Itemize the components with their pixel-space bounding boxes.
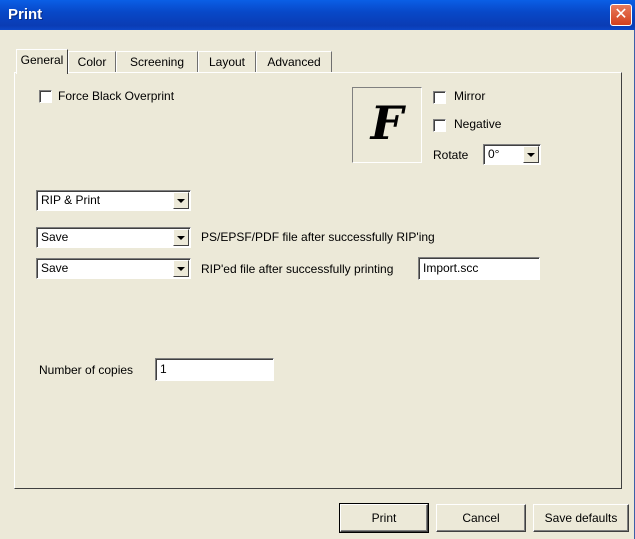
rotate-select[interactable]: 0° <box>483 144 541 165</box>
riped-filename-value: Import.scc <box>423 261 479 275</box>
force-black-overprint-checkbox[interactable] <box>39 90 52 103</box>
tab-color[interactable]: Color <box>68 51 116 73</box>
rotate-label: Rotate <box>433 148 469 162</box>
rip-mode-select[interactable]: RIP & Print <box>36 190 191 211</box>
orientation-preview: F <box>352 87 422 163</box>
close-button[interactable]: ✕ <box>610 4 632 26</box>
tab-layout[interactable]: Layout <box>198 51 256 73</box>
ps-file-action-value: Save <box>41 230 69 244</box>
chevron-down-icon[interactable] <box>173 260 189 277</box>
negative-label: Negative <box>454 117 502 131</box>
mirror-checkbox[interactable] <box>433 91 446 104</box>
cancel-button[interactable]: Cancel <box>436 504 526 532</box>
print-button[interactable]: Print <box>339 503 429 533</box>
copies-input[interactable]: 1 <box>155 358 274 381</box>
copies-value: 1 <box>160 362 167 376</box>
rotate-value: 0° <box>488 147 500 161</box>
riped-filename-input[interactable]: Import.scc <box>418 257 540 280</box>
window-title: Print <box>8 6 43 23</box>
tab-screening[interactable]: Screening <box>116 51 198 73</box>
general-panel <box>14 72 622 489</box>
riped-file-action-select[interactable]: Save <box>36 258 191 279</box>
rip-mode-value: RIP & Print <box>41 193 101 207</box>
ps-file-action-select[interactable]: Save <box>36 227 191 248</box>
preview-glyph: F <box>370 96 404 150</box>
ps-file-action-label: PS/EPSF/PDF file after successfully RIP'… <box>201 230 435 244</box>
chevron-down-icon[interactable] <box>173 192 189 209</box>
tab-general[interactable]: General <box>16 49 68 74</box>
tab-advanced[interactable]: Advanced <box>256 51 332 73</box>
negative-checkbox[interactable] <box>433 119 446 132</box>
chevron-down-icon[interactable] <box>523 146 539 163</box>
riped-file-action-value: Save <box>41 261 69 275</box>
print-dialog: Print ✕ General Color Screening Layout A… <box>0 0 635 539</box>
mirror-label: Mirror <box>454 89 486 103</box>
title-bar[interactable]: Print ✕ <box>0 0 635 30</box>
riped-file-action-label: RIP'ed file after successfully printing <box>201 262 394 276</box>
chevron-down-icon[interactable] <box>173 229 189 246</box>
close-icon: ✕ <box>614 6 628 23</box>
copies-label: Number of copies <box>39 363 134 377</box>
force-black-overprint-label: Force Black Overprint <box>58 89 175 103</box>
save-defaults-button[interactable]: Save defaults <box>533 504 629 532</box>
